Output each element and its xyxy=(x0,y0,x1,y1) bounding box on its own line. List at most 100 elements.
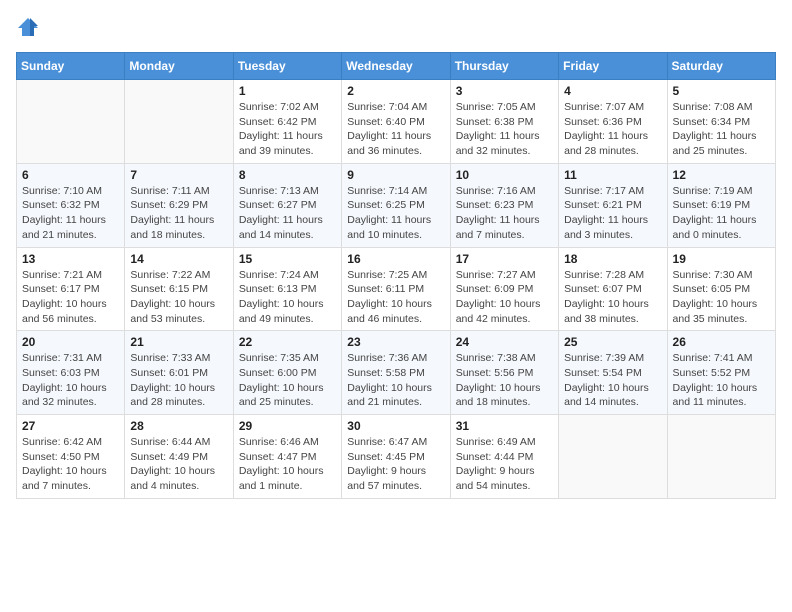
day-number: 1 xyxy=(239,84,336,98)
day-cell: 31 Sunrise: 6:49 AMSunset: 4:44 PMDayligh… xyxy=(450,415,558,499)
day-cell: 27 Sunrise: 6:42 AMSunset: 4:50 PMDayligh… xyxy=(17,415,125,499)
day-header-wednesday: Wednesday xyxy=(342,53,450,80)
day-number: 6 xyxy=(22,168,119,182)
day-info: Sunrise: 7:24 AMSunset: 6:13 PMDaylight:… xyxy=(239,268,336,327)
day-header-friday: Friday xyxy=(559,53,667,80)
day-cell: 28Sunrise: 6:44 AMSunset: 4:49 PMDayligh… xyxy=(125,415,233,499)
day-number: 10 xyxy=(456,168,553,182)
day-info: Sunrise: 7:38 AMSunset: 5:56 PMDaylight:… xyxy=(456,351,553,410)
day-info: Sunrise: 7:17 AMSunset: 6:21 PMDaylight:… xyxy=(564,184,661,243)
day-cell: 12 Sunrise: 7:19 AMSunset: 6:19 PMDayligh… xyxy=(667,163,775,247)
day-number: 12 xyxy=(673,168,770,182)
day-info: Sunrise: 7:31 AMSunset: 6:03 PMDaylight:… xyxy=(22,351,119,410)
day-cell: 22 Sunrise: 7:35 AMSunset: 6:00 PMDayligh… xyxy=(233,331,341,415)
week-row-5: 27 Sunrise: 6:42 AMSunset: 4:50 PMDayligh… xyxy=(17,415,776,499)
day-info: Sunrise: 7:25 AMSunset: 6:11 PMDaylight:… xyxy=(347,268,444,327)
day-info: Sunrise: 7:08 AMSunset: 6:34 PMDaylight:… xyxy=(673,100,770,159)
day-cell: 26Sunrise: 7:41 AMSunset: 5:52 PMDayligh… xyxy=(667,331,775,415)
day-number: 30 xyxy=(347,419,444,433)
day-cell: 9 Sunrise: 7:14 AMSunset: 6:25 PMDaylight… xyxy=(342,163,450,247)
page-header xyxy=(16,16,776,40)
day-number: 15 xyxy=(239,252,336,266)
day-number: 3 xyxy=(456,84,553,98)
day-info: Sunrise: 7:39 AMSunset: 5:54 PMDaylight:… xyxy=(564,351,661,410)
day-info: Sunrise: 7:04 AMSunset: 6:40 PMDaylight:… xyxy=(347,100,444,159)
day-info: Sunrise: 7:10 AMSunset: 6:32 PMDaylight:… xyxy=(22,184,119,243)
day-number: 23 xyxy=(347,335,444,349)
day-info: Sunrise: 7:19 AMSunset: 6:19 PMDaylight:… xyxy=(673,184,770,243)
day-cell xyxy=(667,415,775,499)
day-number: 9 xyxy=(347,168,444,182)
day-number: 24 xyxy=(456,335,553,349)
day-cell: 15 Sunrise: 7:24 AMSunset: 6:13 PMDayligh… xyxy=(233,247,341,331)
day-number: 7 xyxy=(130,168,227,182)
day-number: 2 xyxy=(347,84,444,98)
day-info: Sunrise: 6:44 AMSunset: 4:49 PMDaylight:… xyxy=(130,435,227,494)
day-cell: 16 Sunrise: 7:25 AMSunset: 6:11 PMDayligh… xyxy=(342,247,450,331)
day-number: 17 xyxy=(456,252,553,266)
day-number: 21 xyxy=(130,335,227,349)
calendar-header-row: SundayMondayTuesdayWednesdayThursdayFrid… xyxy=(17,53,776,80)
day-cell: 20 Sunrise: 7:31 AMSunset: 6:03 PMDayligh… xyxy=(17,331,125,415)
logo-icon xyxy=(16,16,40,40)
day-number: 14 xyxy=(130,252,227,266)
day-header-saturday: Saturday xyxy=(667,53,775,80)
day-number: 13 xyxy=(22,252,119,266)
day-cell: 21Sunrise: 7:33 AMSunset: 6:01 PMDayligh… xyxy=(125,331,233,415)
week-row-4: 20 Sunrise: 7:31 AMSunset: 6:03 PMDayligh… xyxy=(17,331,776,415)
day-cell xyxy=(559,415,667,499)
day-number: 8 xyxy=(239,168,336,182)
day-info: Sunrise: 6:47 AMSunset: 4:45 PMDaylight:… xyxy=(347,435,444,494)
day-cell: 30 Sunrise: 6:47 AMSunset: 4:45 PMDayligh… xyxy=(342,415,450,499)
day-cell: 10 Sunrise: 7:16 AMSunset: 6:23 PMDayligh… xyxy=(450,163,558,247)
day-cell: 13 Sunrise: 7:21 AMSunset: 6:17 PMDayligh… xyxy=(17,247,125,331)
day-number: 19 xyxy=(673,252,770,266)
day-header-tuesday: Tuesday xyxy=(233,53,341,80)
week-row-3: 13 Sunrise: 7:21 AMSunset: 6:17 PMDayligh… xyxy=(17,247,776,331)
day-number: 16 xyxy=(347,252,444,266)
day-info: Sunrise: 7:21 AMSunset: 6:17 PMDaylight:… xyxy=(22,268,119,327)
day-cell: 17Sunrise: 7:27 AMSunset: 6:09 PMDayligh… xyxy=(450,247,558,331)
week-row-1: 1Sunrise: 7:02 AMSunset: 6:42 PMDaylight… xyxy=(17,80,776,164)
day-info: Sunrise: 7:36 AMSunset: 5:58 PMDaylight:… xyxy=(347,351,444,410)
day-number: 26 xyxy=(673,335,770,349)
day-info: Sunrise: 7:30 AMSunset: 6:05 PMDaylight:… xyxy=(673,268,770,327)
day-info: Sunrise: 7:14 AMSunset: 6:25 PMDaylight:… xyxy=(347,184,444,243)
day-number: 22 xyxy=(239,335,336,349)
day-cell: 5 Sunrise: 7:08 AMSunset: 6:34 PMDaylight… xyxy=(667,80,775,164)
day-cell: 29Sunrise: 6:46 AMSunset: 4:47 PMDayligh… xyxy=(233,415,341,499)
day-info: Sunrise: 7:13 AMSunset: 6:27 PMDaylight:… xyxy=(239,184,336,243)
day-info: Sunrise: 6:46 AMSunset: 4:47 PMDaylight:… xyxy=(239,435,336,494)
day-cell: 11Sunrise: 7:17 AMSunset: 6:21 PMDayligh… xyxy=(559,163,667,247)
day-number: 5 xyxy=(673,84,770,98)
day-number: 25 xyxy=(564,335,661,349)
day-header-thursday: Thursday xyxy=(450,53,558,80)
day-cell: 18 Sunrise: 7:28 AMSunset: 6:07 PMDayligh… xyxy=(559,247,667,331)
day-number: 31 xyxy=(456,419,553,433)
day-number: 20 xyxy=(22,335,119,349)
day-number: 27 xyxy=(22,419,119,433)
day-header-monday: Monday xyxy=(125,53,233,80)
day-info: Sunrise: 7:28 AMSunset: 6:07 PMDaylight:… xyxy=(564,268,661,327)
day-number: 18 xyxy=(564,252,661,266)
day-info: Sunrise: 6:42 AMSunset: 4:50 PMDaylight:… xyxy=(22,435,119,494)
day-cell xyxy=(125,80,233,164)
day-info: Sunrise: 6:49 AMSunset: 4:44 PMDaylight:… xyxy=(456,435,553,494)
day-cell: 7Sunrise: 7:11 AMSunset: 6:29 PMDaylight… xyxy=(125,163,233,247)
day-cell: 25 Sunrise: 7:39 AMSunset: 5:54 PMDayligh… xyxy=(559,331,667,415)
day-cell: 2 Sunrise: 7:04 AMSunset: 6:40 PMDaylight… xyxy=(342,80,450,164)
day-cell: 6 Sunrise: 7:10 AMSunset: 6:32 PMDaylight… xyxy=(17,163,125,247)
day-cell: 4Sunrise: 7:07 AMSunset: 6:36 PMDaylight… xyxy=(559,80,667,164)
day-cell: 3Sunrise: 7:05 AMSunset: 6:38 PMDaylight… xyxy=(450,80,558,164)
day-cell: 1Sunrise: 7:02 AMSunset: 6:42 PMDaylight… xyxy=(233,80,341,164)
day-cell xyxy=(17,80,125,164)
day-cell: 19 Sunrise: 7:30 AMSunset: 6:05 PMDayligh… xyxy=(667,247,775,331)
day-header-sunday: Sunday xyxy=(17,53,125,80)
day-number: 4 xyxy=(564,84,661,98)
logo xyxy=(16,16,44,40)
day-info: Sunrise: 7:16 AMSunset: 6:23 PMDaylight:… xyxy=(456,184,553,243)
calendar-table: SundayMondayTuesdayWednesdayThursdayFrid… xyxy=(16,52,776,499)
day-cell: 24 Sunrise: 7:38 AMSunset: 5:56 PMDayligh… xyxy=(450,331,558,415)
day-info: Sunrise: 7:35 AMSunset: 6:00 PMDaylight:… xyxy=(239,351,336,410)
day-cell: 14Sunrise: 7:22 AMSunset: 6:15 PMDayligh… xyxy=(125,247,233,331)
